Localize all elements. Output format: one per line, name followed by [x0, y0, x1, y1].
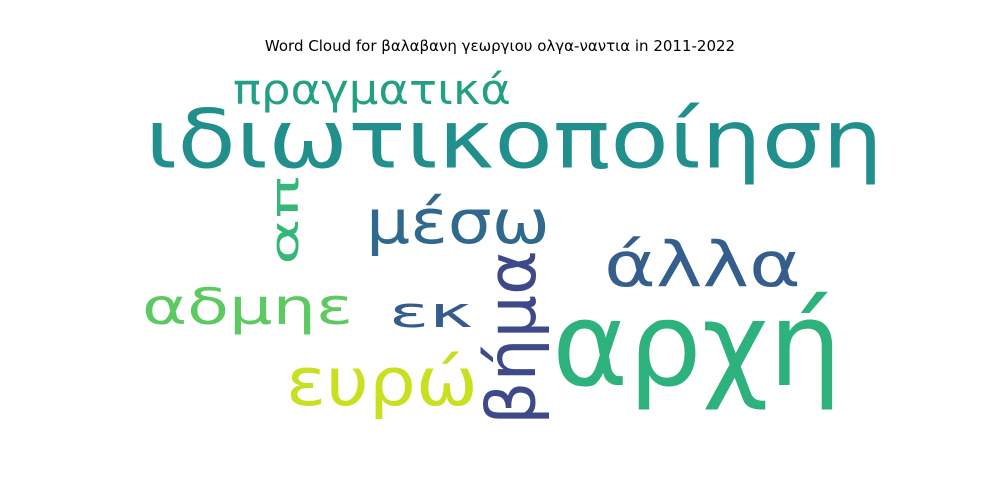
- word-9: ευρώ: [286, 344, 478, 422]
- word-6: απ: [263, 176, 308, 265]
- word-5: μέσω: [366, 187, 550, 258]
- word-8: εκ: [389, 289, 473, 338]
- chart-root: Word Cloud for βαλαβανη γεωργιου ολγα-να…: [0, 0, 1000, 500]
- word-3: άλλα: [604, 228, 801, 301]
- word-cloud: ιδιωτικοποίησηαρχήάλλαβήμαμέσωαπαδμηε εκε…: [142, 66, 883, 425]
- word-10: πραγματικά: [233, 66, 511, 114]
- word-4: βήμα: [472, 250, 551, 425]
- word-7: αδμηε: [142, 279, 353, 336]
